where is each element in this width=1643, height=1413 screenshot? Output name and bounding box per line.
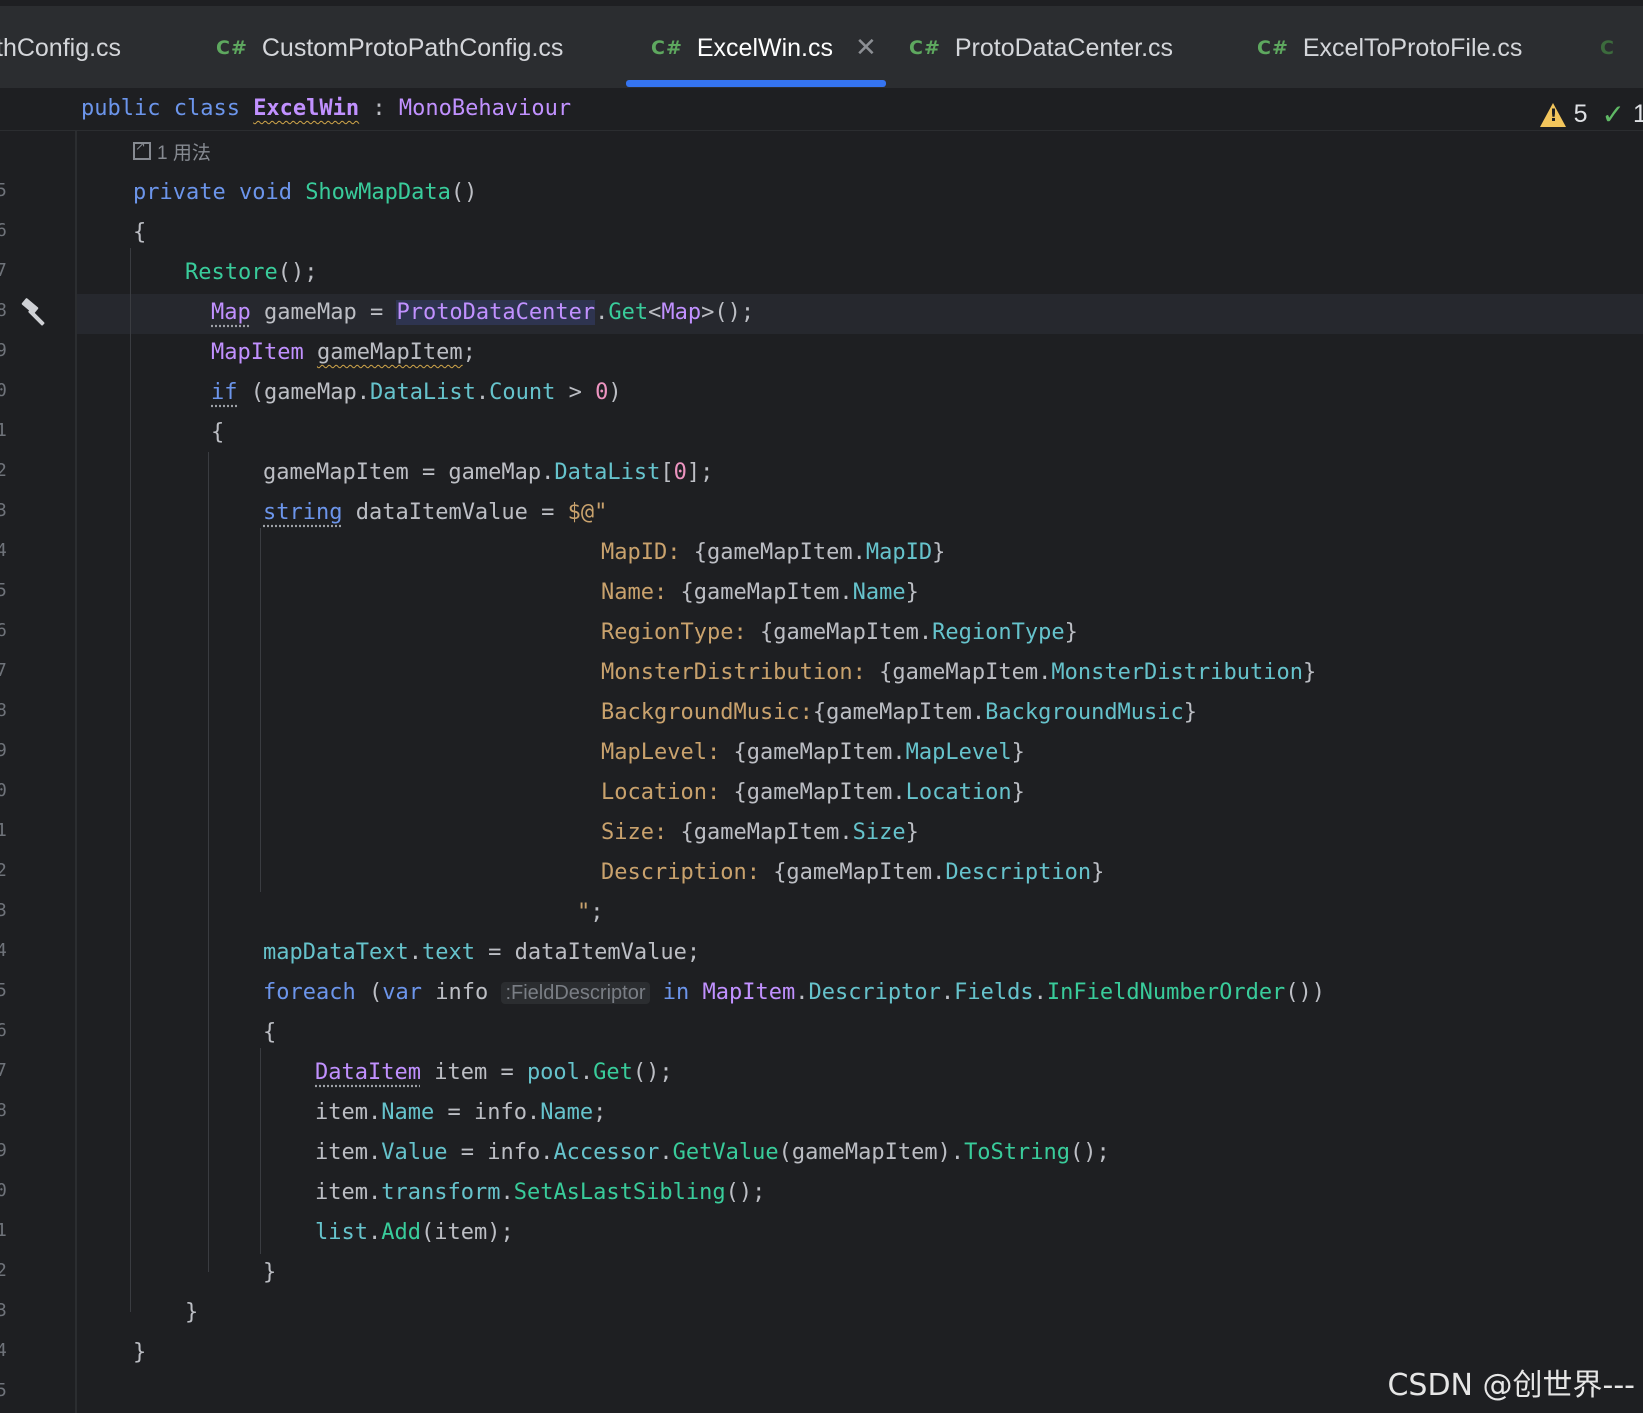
code-line-string-field[interactable]: MonsterDistribution: {gameMapItem.Monste… [601,653,1316,693]
line-number[interactable]: 5 [0,1380,8,1401]
tab-label: ProtoDataCenter.cs [954,33,1174,62]
line-number[interactable]: 5 [0,180,8,201]
top-strip [0,0,1643,6]
code-line-assign-item[interactable]: gameMapItem = gameMap.DataList[0]; [263,453,713,493]
line-number[interactable]: 0 [0,780,8,801]
line-number[interactable]: 1 [0,1220,8,1241]
code-line-string-field[interactable]: Size: {gameMapItem.Size} [601,813,919,853]
line-number[interactable]: 5 [0,580,8,601]
line-number[interactable]: 9 [0,740,8,761]
tab-proto-data-center[interactable]: C# ProtoDataCenter.cs [909,30,1173,66]
code-line-map-item-decl[interactable]: MapItem gameMapItem; [211,333,476,373]
code-line-get-map[interactable]: Map gameMap = ProtoDataCenter.Get<Map>()… [211,293,754,333]
csharp-file-icon: C# [909,37,941,59]
tab-path-config[interactable]: thConfig.cs [0,30,121,66]
usage-link-icon [133,139,151,160]
usage-count-label: 1 用法 [157,142,211,164]
code-line-item-name[interactable]: item.Name = info.Name; [315,1093,606,1133]
line-number[interactable]: 8 [0,1100,8,1121]
tab-label: thConfig.cs [0,33,122,62]
code-line-close-brace[interactable]: } [133,1333,146,1373]
line-number[interactable]: 2 [0,860,8,881]
line-number[interactable]: 8 [0,700,8,721]
build-hammer-icon[interactable] [18,296,50,328]
code-line-pool-get[interactable]: DataItem item = pool.Get(); [315,1053,673,1093]
warning-icon [1539,102,1566,127]
code-line-string-decl[interactable]: string dataItemValue = $@" [263,493,607,533]
code-line-close-brace[interactable]: } [185,1293,198,1333]
line-number[interactable]: 4 [0,1340,8,1361]
csharp-file-icon: C# [216,37,248,59]
line-number[interactable]: 6 [0,220,8,241]
code-line-method-decl[interactable]: private void ShowMapData() [133,173,477,213]
line-number[interactable]: 2 [0,460,8,481]
inspection-widget[interactable]: 5 ✓ 1 [1539,98,1643,131]
code-line-if[interactable]: if (gameMap.DataList.Count > 0) [211,373,622,413]
tab-label: ExcelWin.cs [696,33,834,62]
line-number[interactable]: 4 [0,540,8,561]
code-line-string-field[interactable]: Description: {gameMapItem.Description} [601,853,1104,893]
code-line-list-add[interactable]: list.Add(item); [315,1213,514,1253]
code-line-string-field[interactable]: Location: {gameMapItem.Location} [601,773,1025,813]
usages-hint[interactable]: 1 用法 [133,136,211,166]
code-line-string-field[interactable]: Name: {gameMapItem.Name} [601,573,919,613]
ok-count: 1 [1633,100,1643,128]
code-line-close-brace[interactable]: } [263,1253,276,1293]
code-line-open-brace[interactable]: { [133,213,146,253]
code-line-restore[interactable]: Restore(); [185,253,317,293]
code-line-set-text[interactable]: mapDataText.text = dataItemValue; [263,933,700,973]
active-tab-indicator [626,80,886,87]
line-number[interactable]: 3 [0,900,8,921]
line-number[interactable]: 6 [0,1020,8,1041]
tab-excel-to-proto-file[interactable]: C# ExcelToProtoFile.cs [1257,30,1522,66]
line-number[interactable]: 3 [0,1300,8,1321]
line-number[interactable]: 7 [0,660,8,681]
line-number[interactable]: 1 [0,420,8,441]
tab-custom-proto-path-config[interactable]: C# CustomProtoPathConfig.cs [216,30,563,66]
tab-label: CustomProtoPathConfig.cs [261,33,564,62]
editor-tab-bar: thConfig.cs C# CustomProtoPathConfig.cs … [0,0,1643,89]
tab-excel-win[interactable]: C# ExcelWin.cs ✕ [651,30,877,66]
line-number[interactable]: 9 [0,1140,8,1161]
indent-guide [208,452,209,1272]
code-line-item-value[interactable]: item.Value = info.Accessor.GetValue(game… [315,1133,1110,1173]
code-line-open-brace[interactable]: { [263,1013,276,1053]
line-number[interactable]: 1 [0,820,8,841]
code-line-open-brace[interactable]: { [211,413,224,453]
code-line-foreach[interactable]: foreach (var info :FieldDescriptor in Ma… [263,973,1325,1013]
tab-overflow[interactable]: C [1600,30,1629,66]
code-line-string-field[interactable]: RegionType: {gameMapItem.RegionType} [601,613,1078,653]
line-number[interactable]: 8 [0,300,8,321]
type-hint: :FieldDescriptor [501,982,650,1004]
check-icon: ✓ [1601,98,1625,131]
line-number[interactable]: 2 [0,1260,8,1281]
csharp-file-icon: C# [651,37,683,59]
code-line-string-close[interactable]: "; [577,893,604,933]
indent-guide [260,528,261,892]
tab-label: ExcelToProtoFile.cs [1302,33,1523,62]
line-number[interactable]: 5 [0,980,8,1001]
code-line-string-field[interactable]: BackgroundMusic:{gameMapItem.BackgroundM… [601,693,1197,733]
csharp-file-icon: C# [1257,37,1289,59]
watermark: CSDN @创世界--- [1387,1368,1635,1403]
close-icon[interactable]: ✕ [855,33,877,63]
code-line-string-field[interactable]: MapID: {gameMapItem.MapID} [601,533,945,573]
line-number[interactable]: 4 [0,940,8,961]
line-number[interactable]: 6 [0,620,8,641]
csharp-file-icon: C [1600,37,1615,59]
line-number[interactable]: 3 [0,500,8,521]
indent-guide [260,1048,261,1254]
line-number[interactable]: 0 [0,1180,8,1201]
code-line-set-sibling[interactable]: item.transform.SetAsLastSibling(); [315,1173,765,1213]
code-editor-window: thConfig.cs C# CustomProtoPathConfig.cs … [0,0,1643,1413]
indent-guide [130,248,131,1312]
line-number[interactable]: 0 [0,380,8,401]
line-number[interactable]: 7 [0,1060,8,1081]
line-number[interactable]: 9 [0,340,8,361]
warning-count: 5 [1573,100,1588,128]
line-number[interactable]: 7 [0,260,8,281]
code-line-string-field[interactable]: MapLevel: {gameMapItem.MapLevel} [601,733,1025,773]
sticky-class-declaration: public class ExcelWin : MonoBehaviour [81,96,572,121]
